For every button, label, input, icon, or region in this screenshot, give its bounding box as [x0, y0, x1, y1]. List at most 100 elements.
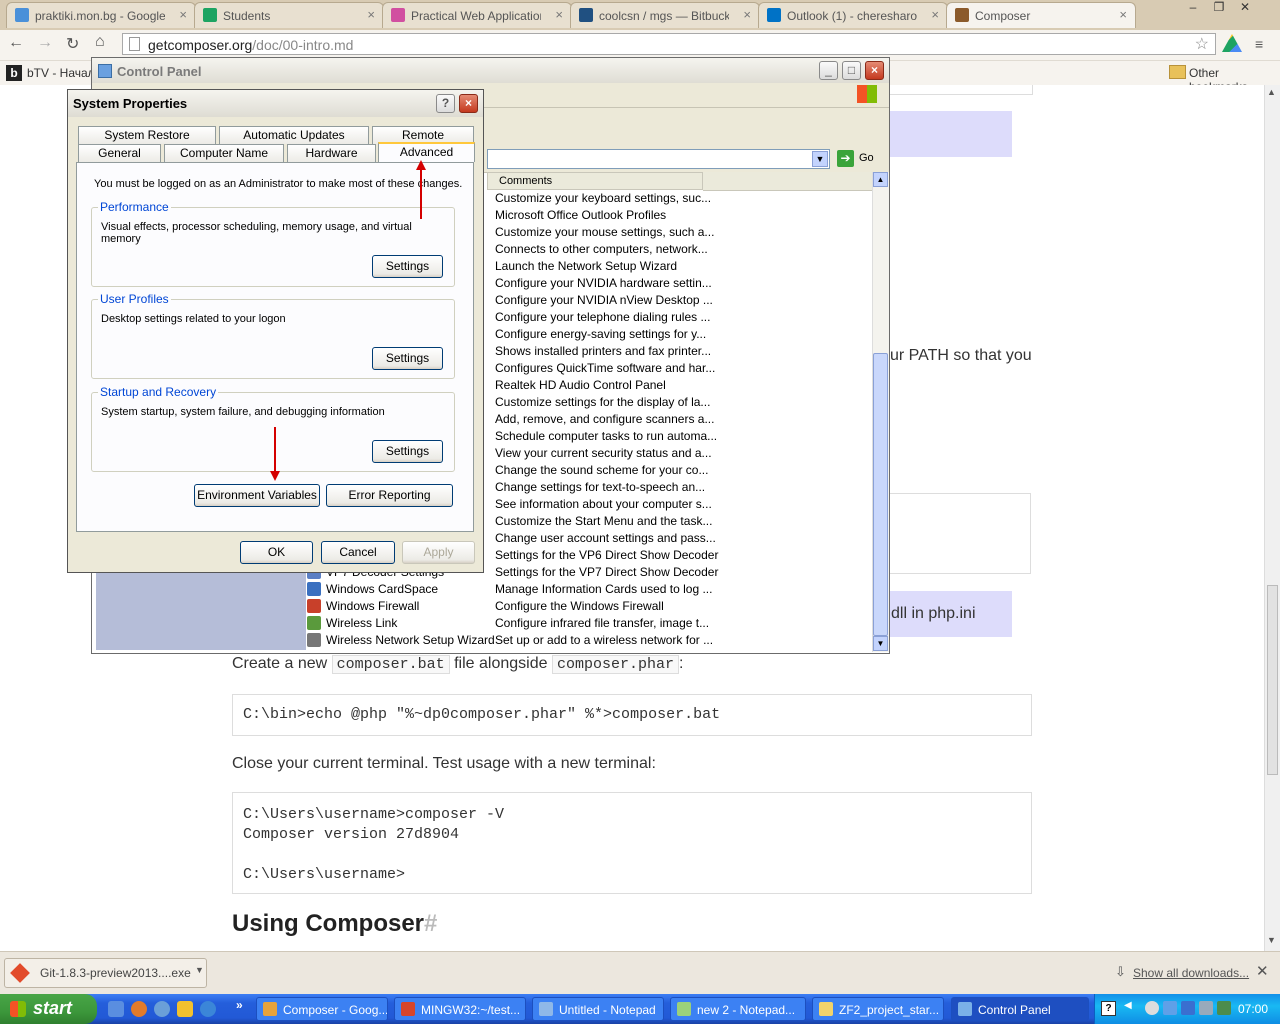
menu-icon[interactable]: ≡	[1255, 36, 1263, 52]
internet-explorer-icon[interactable]	[200, 1001, 216, 1017]
list-item-comment[interactable]: Configure the Windows Firewall	[495, 599, 664, 616]
taskbar-item-notepad[interactable]: Untitled - Notepad	[532, 997, 664, 1021]
anchor-link[interactable]: #	[424, 910, 437, 937]
tab-hardware[interactable]: Hardware	[287, 144, 376, 162]
close-tab-icon[interactable]: ×	[743, 7, 751, 22]
list-item-comment[interactable]: Launch the Network Setup Wizard	[495, 259, 677, 276]
restore-button[interactable]: ❐	[1206, 0, 1232, 16]
list-item-comment[interactable]: See information about your computer s...	[495, 497, 712, 514]
list-item-comment[interactable]: Change the sound scheme for your co...	[495, 463, 708, 480]
taskbar-item-folder[interactable]: ZF2_project_star...	[812, 997, 944, 1021]
show-desktop-icon[interactable]	[108, 1001, 124, 1017]
environment-variables-button[interactable]: Environment Variables	[194, 484, 320, 507]
list-item-comment[interactable]: Customize your mouse settings, such a...	[495, 225, 714, 242]
list-item[interactable]: Wireless Network Setup Wizard	[307, 633, 495, 650]
close-button[interactable]: ✕	[1232, 0, 1258, 16]
dialog-titlebar[interactable]: System Properties ? ×	[68, 90, 483, 117]
close-tab-icon[interactable]: ×	[179, 7, 187, 22]
list-item-comment[interactable]: Change settings for text-to-speech an...	[495, 480, 705, 497]
tray-icon[interactable]	[1181, 1001, 1195, 1015]
volume-icon[interactable]	[1199, 1001, 1213, 1015]
tab-automatic-updates[interactable]: Automatic Updates	[219, 126, 369, 144]
profiles-settings-button[interactable]: Settings	[372, 347, 443, 370]
scroll-down-icon[interactable]: ▼	[1267, 935, 1276, 945]
close-tab-icon[interactable]: ×	[555, 7, 563, 22]
firefox-icon[interactable]	[131, 1001, 147, 1017]
close-button[interactable]: ×	[459, 94, 478, 113]
list-item-comment[interactable]: Manage Information Cards used to log ...	[495, 582, 712, 599]
download-item[interactable]: Git-1.8.3-preview2013....exe ▼	[4, 958, 207, 988]
scroll-up-icon[interactable]: ▲	[1267, 87, 1276, 97]
go-button[interactable]: Go	[859, 152, 874, 164]
list-item-comment[interactable]: Configure your NVIDIA hardware settin...	[495, 276, 712, 293]
scroll-down-icon[interactable]: ▼	[873, 636, 888, 651]
list-item-comment[interactable]: View your current security status and a.…	[495, 446, 712, 463]
tab-general[interactable]: General	[78, 144, 161, 162]
scroll-up-icon[interactable]: ▲	[873, 172, 888, 187]
tab-practical-web[interactable]: Practical Web Applications D ×	[382, 2, 572, 28]
comments-column-header[interactable]: Comments	[487, 172, 703, 190]
list-item-comment[interactable]: Settings for the VP6 Direct Show Decoder	[495, 548, 718, 565]
scroll-thumb[interactable]	[873, 353, 888, 636]
close-button[interactable]: ×	[865, 61, 884, 80]
home-icon[interactable]: ⌂	[95, 33, 105, 51]
apply-button[interactable]: Apply	[402, 541, 475, 564]
list-item-comment[interactable]: Microsoft Office Outlook Profiles	[495, 208, 666, 225]
maximize-button[interactable]: □	[842, 61, 861, 80]
tab-outlook[interactable]: Outlook (1) - cheresharov@ ×	[758, 2, 948, 28]
taskbar-item-composer[interactable]: Composer - Goog...	[256, 997, 388, 1021]
list-item-comment[interactable]: Configure your telephone dialing rules .…	[495, 310, 710, 327]
close-shelf-icon[interactable]: ✕	[1256, 962, 1269, 980]
scroll-thumb[interactable]	[1267, 585, 1278, 775]
ok-button[interactable]: OK	[240, 541, 313, 564]
back-arrow-icon[interactable]: ←	[8, 34, 24, 52]
minimize-button[interactable]: –	[1180, 0, 1206, 16]
more-icon[interactable]: »	[236, 998, 243, 1012]
close-tab-icon[interactable]: ×	[1119, 7, 1127, 22]
close-tab-icon[interactable]: ×	[931, 7, 939, 22]
help-icon[interactable]: ?	[1101, 1001, 1116, 1016]
cp-scrollbar[interactable]: ▲ ▼	[872, 172, 889, 652]
chevron-left-icon[interactable]: ◀	[1124, 1000, 1132, 1011]
list-item[interactable]: Windows Firewall	[307, 599, 419, 616]
performance-settings-button[interactable]: Settings	[372, 255, 443, 278]
list-item-comment[interactable]: Schedule computer tasks to run automa...	[495, 429, 717, 446]
tab-computer-name[interactable]: Computer Name	[164, 144, 284, 162]
start-button[interactable]: start	[0, 994, 97, 1024]
tray-icon[interactable]	[1217, 1001, 1231, 1015]
star-icon[interactable]: ☆	[1195, 34, 1209, 54]
list-item[interactable]: Wireless Link	[307, 616, 397, 633]
taskbar-item-mingw[interactable]: MINGW32:~/test...	[394, 997, 526, 1021]
address-field[interactable]: ▼	[487, 149, 830, 169]
list-item[interactable]: Windows CardSpace	[307, 582, 438, 599]
tab-bitbucket[interactable]: coolcsn / mgs — Bitbucket ×	[570, 2, 760, 28]
reload-icon[interactable]: ↻	[66, 34, 79, 54]
show-all-downloads-link[interactable]: Show all downloads...	[1133, 966, 1249, 980]
chevron-down-icon[interactable]: ▼	[812, 151, 828, 167]
list-item-comment[interactable]: Customize settings for the display of la…	[495, 395, 710, 412]
network-icon[interactable]	[1163, 1001, 1177, 1015]
list-item-comment[interactable]: Set up or add to a wireless network for …	[495, 633, 713, 650]
taskbar-item-control-panel[interactable]: Control Panel	[951, 997, 1089, 1021]
list-item-comment[interactable]: Customize your keyboard settings, suc...	[495, 191, 711, 208]
close-tab-icon[interactable]: ×	[367, 7, 375, 22]
taskbar-item-notepad-plus[interactable]: new 2 - Notepad...	[670, 997, 806, 1021]
tab-system-restore[interactable]: System Restore	[78, 126, 216, 144]
tab-composer[interactable]: Composer ×	[946, 2, 1136, 28]
chevron-down-icon[interactable]: ▼	[195, 965, 204, 975]
tab-students[interactable]: Students ×	[194, 2, 384, 28]
page-scrollbar[interactable]: ▲ ▼	[1264, 85, 1280, 951]
go-arrow-icon[interactable]: ➔	[837, 150, 854, 167]
forward-arrow-icon[interactable]: →	[37, 34, 53, 52]
tab-advanced[interactable]: Advanced	[378, 142, 475, 162]
quicklaunch-icon[interactable]	[177, 1001, 193, 1017]
list-item-comment[interactable]: Configures QuickTime software and har...	[495, 361, 715, 378]
list-item-comment[interactable]: Configure infrared file transfer, image …	[495, 616, 709, 633]
list-item-comment[interactable]: Realtek HD Audio Control Panel	[495, 378, 666, 395]
error-reporting-button[interactable]: Error Reporting	[326, 484, 453, 507]
list-item-comment[interactable]: Connects to other computers, network...	[495, 242, 708, 259]
minimize-button[interactable]: _	[819, 61, 838, 80]
tray-icon[interactable]	[1145, 1001, 1159, 1015]
list-item-comment[interactable]: Customize the Start Menu and the task...	[495, 514, 712, 531]
cancel-button[interactable]: Cancel	[321, 541, 395, 564]
